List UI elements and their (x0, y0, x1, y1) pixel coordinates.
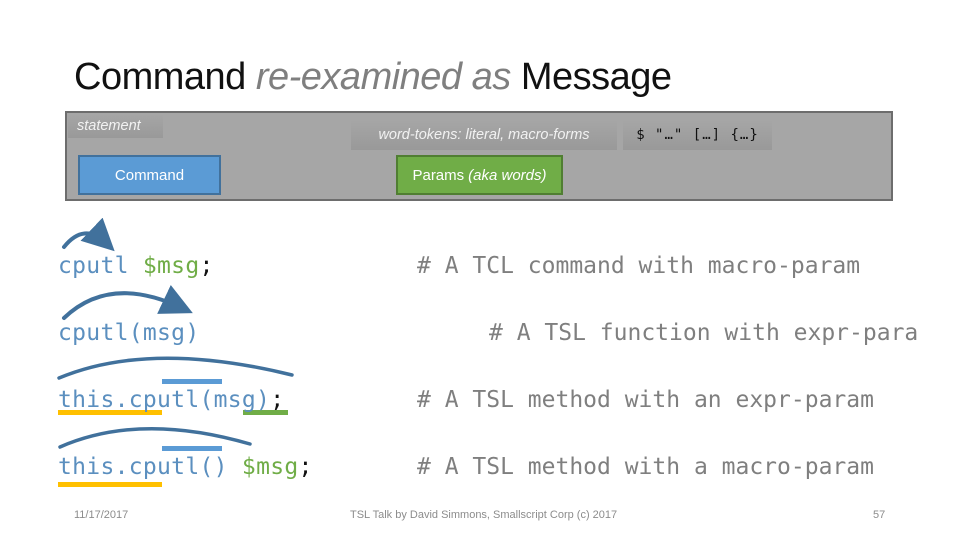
code-line-tsl-function: cputl(msg) (58, 320, 199, 346)
code-punct: ; (270, 387, 285, 413)
footer-page-number: 57 (873, 509, 886, 521)
receiver-underline-line4 (58, 482, 162, 487)
comment-tsl-method-macro: # A TSL method with a macro-param (417, 454, 874, 480)
comment-tcl-command: # A TCL command with macro-param (417, 253, 861, 279)
code-command: this.cputl() (58, 454, 242, 480)
arrow-line2 (62, 284, 193, 320)
code-command: this.cputl(msg) (58, 387, 271, 413)
code-param: $msg (241, 454, 299, 480)
code-command: cputl(msg) (58, 320, 200, 346)
code-command: cputl (58, 253, 143, 279)
code-punct: ; (298, 454, 313, 480)
selector-bar-line3 (162, 379, 222, 384)
comment-tsl-method-expr: # A TSL method with an expr-param (417, 387, 874, 413)
comment-tsl-function: # A TSL function with expr-para (489, 320, 919, 346)
code-param: $msg (142, 253, 200, 279)
selector-bar-line4 (162, 446, 222, 451)
code-line-tsl-method-macro: this.cputl() $msg; (58, 454, 313, 480)
code-punct: ; (199, 253, 214, 279)
code-line-tcl-command: cputl $msg; (58, 253, 214, 279)
footer-center: TSL Talk by David Simmons, Smallscript C… (350, 509, 618, 521)
footer-date: 11/17/2017 (74, 509, 129, 521)
code-line-tsl-method-expr: this.cputl(msg); (58, 387, 284, 413)
arc-line3 (57, 356, 294, 380)
arrow-line1 (62, 217, 115, 252)
arc-line4 (58, 426, 252, 449)
